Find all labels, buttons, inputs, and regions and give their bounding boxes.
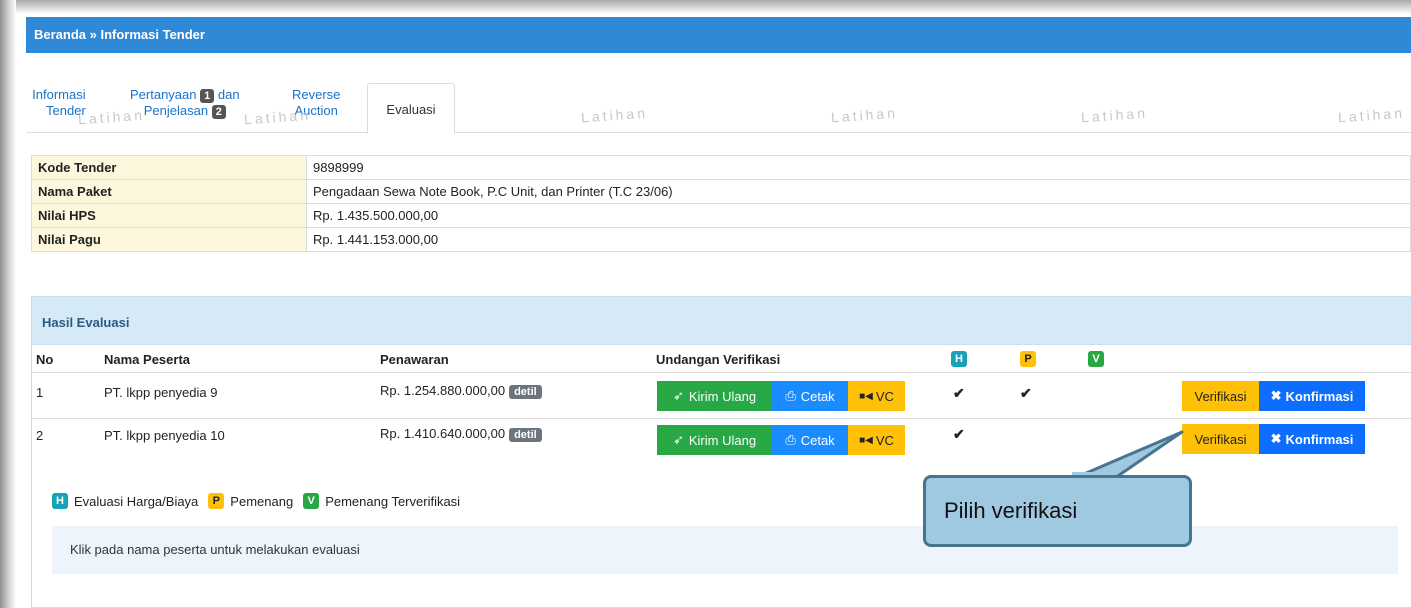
- tab-label: Reverse: [292, 87, 341, 102]
- tab-bar: Informasi Tender Pertanyaan 1 dan Penjel…: [26, 53, 1411, 134]
- nama-paket-label: Nama Paket: [31, 179, 307, 204]
- divider: [32, 418, 1411, 419]
- vc-button[interactable]: ■◀ VC: [848, 425, 905, 455]
- legend-v-label: Pemenang Terverifikasi: [325, 493, 461, 509]
- info-note: Klik pada nama peserta untuk melakukan e…: [52, 526, 1398, 574]
- watermark: Latihan: [830, 104, 899, 126]
- kirim-ulang-button[interactable]: ➶ Kirim Ulang: [657, 381, 772, 411]
- tab-label: Penjelasan: [143, 103, 209, 118]
- penawaran-value: Rp. 1.410.640.000,00 detil: [380, 426, 542, 442]
- video-camera-icon: ■◀: [859, 390, 873, 402]
- button-label: Konfirmasi: [1285, 431, 1354, 447]
- penawaran-value: Rp. 1.254.880.000,00 detil: [380, 383, 542, 399]
- annotation-callout: Pilih verifikasi: [923, 475, 1192, 547]
- watermark: Latihan: [77, 106, 146, 128]
- check-icon: ✔: [953, 426, 965, 442]
- frame-shadow-top: [0, 0, 1411, 14]
- kode-tender-label: Kode Tender: [31, 155, 307, 180]
- breadcrumb: Beranda » Informasi Tender: [26, 17, 1411, 53]
- vc-button[interactable]: ■◀ VC: [848, 381, 905, 411]
- button-label: Kirim Ulang: [688, 432, 757, 448]
- cetak-button[interactable]: ⎙ Cetak: [772, 381, 848, 411]
- tender-info-table: Kode Tender 9898999 Nama Paket Pengadaan…: [31, 155, 1411, 252]
- nilai-hps-value: Rp. 1.435.500.000,00: [306, 203, 1411, 228]
- v-badge: V: [303, 493, 320, 509]
- peserta-name-link[interactable]: PT. lkpp penyedia 10: [104, 428, 225, 443]
- video-camera-icon: ■◀: [859, 434, 873, 446]
- tab-pertanyaan-penjelasan[interactable]: Pertanyaan 1 dan Penjelasan 2: [130, 87, 240, 119]
- peserta-name-link[interactable]: PT. lkpp penyedia 9: [104, 385, 217, 400]
- count-badge: 1: [200, 89, 215, 103]
- h-badge: H: [52, 493, 68, 509]
- table-row: Nama Paket Pengadaan Sewa Note Book, P.C…: [31, 179, 1411, 204]
- send-icon: ➶: [672, 388, 684, 403]
- divider: [32, 372, 1411, 373]
- penawaran-amount: Rp. 1.410.640.000,00: [380, 426, 506, 441]
- frame-shadow-left: [0, 0, 16, 608]
- button-label: VC: [875, 432, 894, 448]
- tab-label: Evaluasi: [386, 102, 436, 117]
- kirim-ulang-button[interactable]: ➶ Kirim Ulang: [657, 425, 772, 455]
- print-icon: ⎙: [785, 432, 796, 447]
- row-no: 1: [36, 385, 44, 400]
- row-no: 2: [36, 428, 44, 443]
- watermark: Latihan: [1080, 104, 1149, 126]
- tab-label: dan: [217, 87, 240, 102]
- konfirmasi-button[interactable]: ✖ Konfirmasi: [1259, 381, 1365, 411]
- tab-evaluasi[interactable]: Evaluasi: [367, 83, 455, 134]
- count-badge: 2: [211, 105, 226, 119]
- close-icon: ✖: [1270, 388, 1282, 403]
- column-header-no: No: [36, 352, 54, 367]
- panel-title: Hasil Evaluasi: [32, 297, 1411, 345]
- verifikasi-button[interactable]: Verifikasi: [1182, 381, 1259, 411]
- check-icon: ✔: [1020, 385, 1032, 401]
- legend-h-label: Evaluasi Harga/Biaya: [74, 493, 199, 509]
- p-badge: P: [1020, 351, 1036, 367]
- button-label: Konfirmasi: [1285, 388, 1354, 404]
- check-icon: ✔: [953, 385, 965, 401]
- verifikasi-button[interactable]: Verifikasi: [1182, 424, 1259, 454]
- nilai-pagu-value: Rp. 1.441.153.000,00: [306, 227, 1411, 252]
- table-row: Nilai HPS Rp. 1.435.500.000,00: [31, 203, 1411, 228]
- action-button-group: Verifikasi ✖ Konfirmasi: [1182, 381, 1365, 411]
- nama-paket-value: Pengadaan Sewa Note Book, P.C Unit, dan …: [306, 179, 1411, 204]
- h-badge: H: [951, 351, 967, 367]
- nilai-pagu-label: Nilai Pagu: [31, 227, 307, 252]
- action-button-group: Verifikasi ✖ Konfirmasi: [1182, 424, 1365, 454]
- cetak-button[interactable]: ⎙ Cetak: [772, 425, 848, 455]
- detil-button[interactable]: detil: [509, 385, 542, 399]
- column-header-penawaran: Penawaran: [380, 352, 449, 367]
- screenshot-frame: Beranda » Informasi Tender Informasi Ten…: [0, 0, 1411, 608]
- nilai-hps-label: Nilai HPS: [31, 203, 307, 228]
- detil-button[interactable]: detil: [509, 428, 542, 442]
- tab-label: Informasi: [32, 87, 86, 102]
- undangan-button-group: ➶ Kirim Ulang ⎙ Cetak ■◀ VC: [657, 381, 905, 411]
- column-header-undangan: Undangan Verifikasi: [656, 352, 781, 367]
- tab-label: Pertanyaan: [130, 87, 197, 102]
- v-badge: V: [1088, 351, 1104, 367]
- column-header-nama: Nama Peserta: [104, 352, 190, 367]
- button-label: VC: [875, 388, 894, 404]
- send-icon: ➶: [672, 432, 684, 447]
- legend: H Evaluasi Harga/Biaya P Pemenang V Peme…: [52, 493, 460, 509]
- watermark: Latihan: [243, 106, 312, 128]
- watermark: Latihan: [1337, 104, 1406, 126]
- table-row: Nilai Pagu Rp. 1.441.153.000,00: [31, 227, 1411, 252]
- konfirmasi-button[interactable]: ✖ Konfirmasi: [1259, 424, 1365, 454]
- undangan-button-group: ➶ Kirim Ulang ⎙ Cetak ■◀ VC: [657, 425, 905, 455]
- print-icon: ⎙: [785, 388, 796, 403]
- legend-p-label: Pemenang: [230, 493, 294, 509]
- button-label: Cetak: [800, 432, 835, 448]
- close-icon: ✖: [1270, 431, 1282, 446]
- button-label: Cetak: [800, 388, 835, 404]
- button-label: Kirim Ulang: [688, 388, 757, 404]
- watermark: Latihan: [580, 104, 649, 126]
- table-row: Kode Tender 9898999: [31, 155, 1411, 180]
- kode-tender-value: 9898999: [306, 155, 1411, 180]
- penawaran-amount: Rp. 1.254.880.000,00: [380, 383, 506, 398]
- p-badge: P: [208, 493, 225, 509]
